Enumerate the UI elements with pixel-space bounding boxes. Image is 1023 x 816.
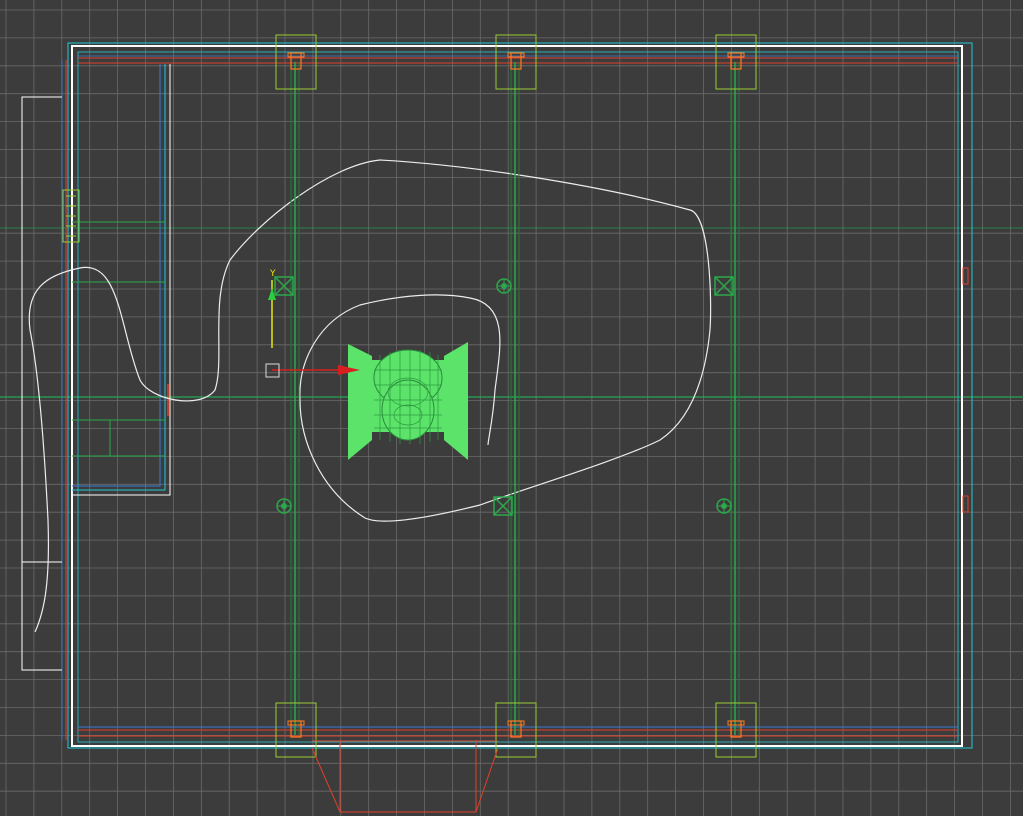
light-icon <box>276 498 292 514</box>
light-icon <box>716 498 732 514</box>
light-icon <box>496 278 512 294</box>
viewport-canvas[interactable]: Y <box>0 0 1023 816</box>
gizmo-axis-y-label: Y <box>269 269 276 279</box>
viewport-top[interactable]: Y <box>0 0 1023 816</box>
